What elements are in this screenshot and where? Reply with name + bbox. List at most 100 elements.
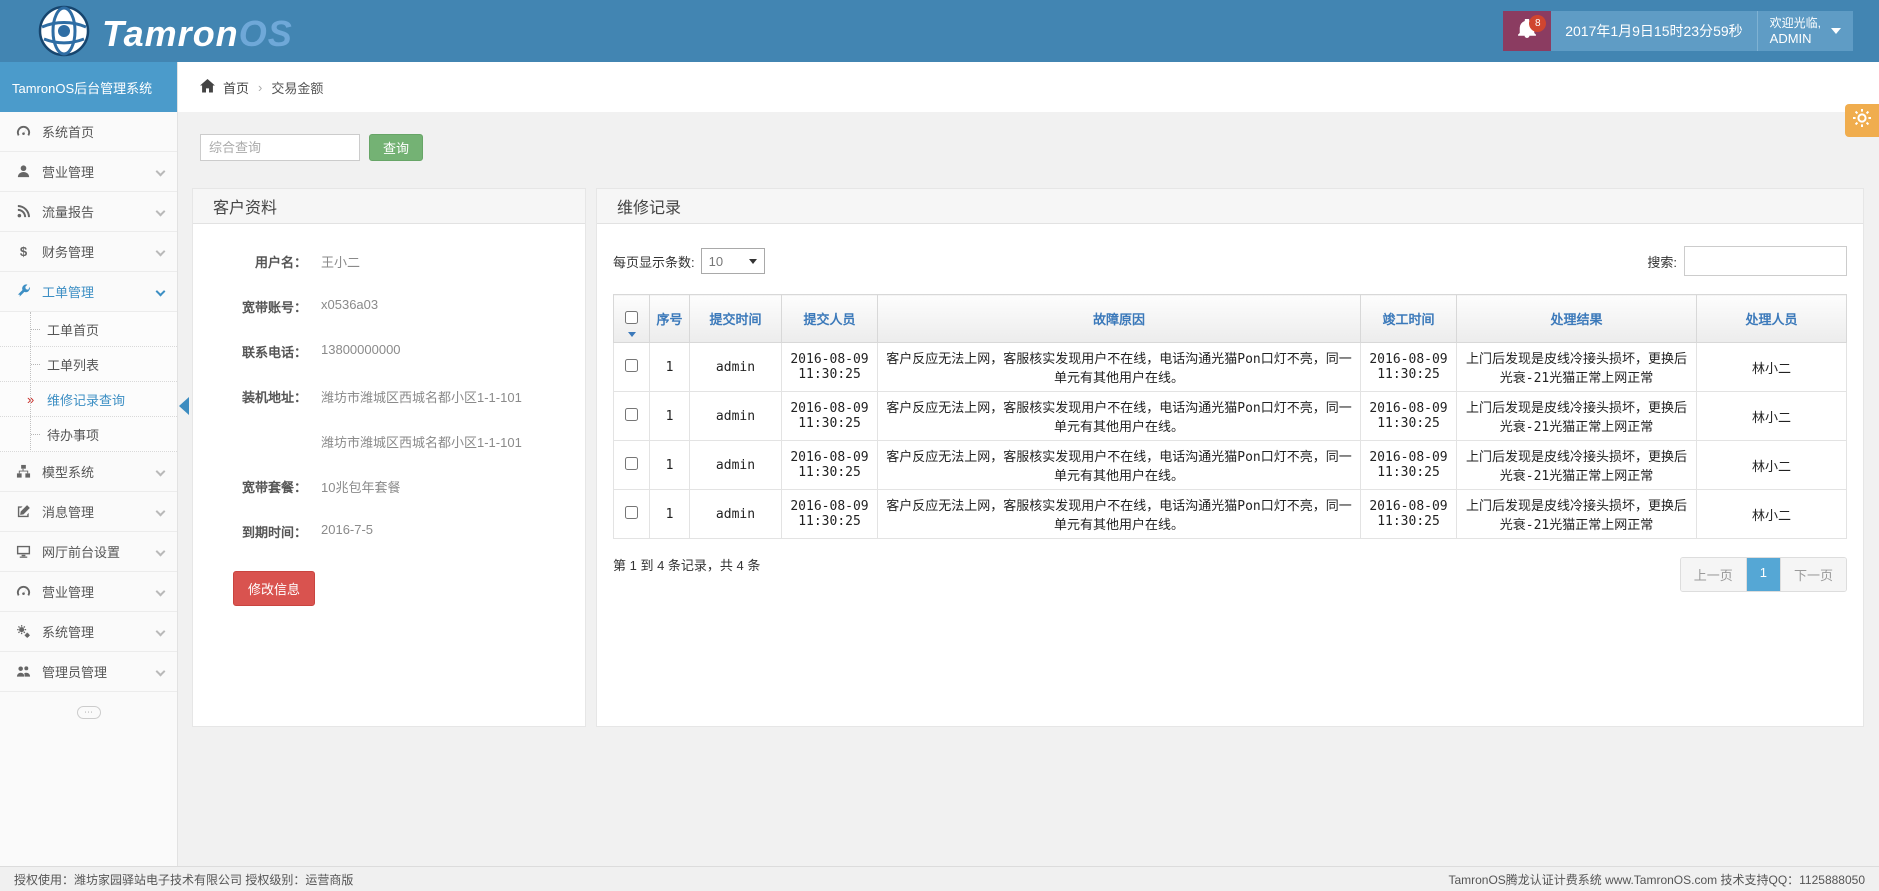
table-header-row: 序号 提交时间 提交人员 故障原因 竣工时间 处理结果 处理人员 xyxy=(614,295,1847,343)
select-all-checkbox[interactable] xyxy=(625,311,638,324)
gears-icon xyxy=(14,624,32,639)
chevron-down-icon xyxy=(156,587,166,597)
datetime-display: 2017年1月9日15时23分59秒 xyxy=(1551,11,1756,51)
breadcrumb-home-link[interactable]: 首页 xyxy=(200,78,249,97)
chevron-down-icon xyxy=(156,627,166,637)
sidebar-item-traffic-report[interactable]: 流量报告 xyxy=(0,192,177,232)
field-expire-date: 到期时间： 2016-7-5 xyxy=(211,522,575,541)
sidebar-item-system-mgmt[interactable]: 系统管理 xyxy=(0,612,177,652)
sidebar-item-finance-mgmt[interactable]: $ 财务管理 xyxy=(0,232,177,272)
tree-stub xyxy=(31,434,40,435)
tree-stub xyxy=(31,364,40,365)
sidebar-item-model-system[interactable]: 模型系统 xyxy=(0,452,177,492)
submenu-item-repair-records[interactable]: » 维修记录查询 xyxy=(0,382,177,417)
pagination: 上一页 1 下一页 xyxy=(1680,557,1847,592)
sidebar-item-message-mgmt[interactable]: 消息管理 xyxy=(0,492,177,532)
prev-page-button[interactable]: 上一页 xyxy=(1681,558,1746,591)
row-checkbox-cell xyxy=(614,490,650,539)
row-checkbox-cell xyxy=(614,343,650,392)
row-checkbox[interactable] xyxy=(625,359,638,372)
table-search-input[interactable] xyxy=(1684,246,1847,276)
footer-product-text: TamronOS腾龙认证计费系统 www.TamronOS.com 技术支持QQ… xyxy=(1448,871,1865,888)
user-menu[interactable]: 欢迎光临, ADMIN xyxy=(1757,11,1853,51)
chevron-down-icon xyxy=(156,287,166,297)
records-body: 每页显示条数: 10 搜索: xyxy=(597,246,1863,592)
row-checkbox[interactable] xyxy=(625,457,638,470)
table-row: 1 admin 2016-08-09 11:30:25 客户反应无法上网，客服核… xyxy=(614,441,1847,490)
page-1-button[interactable]: 1 xyxy=(1746,558,1780,591)
gear-icon xyxy=(1853,109,1871,132)
edit-info-button[interactable]: 修改信息 xyxy=(233,571,315,606)
col-handler: 处理人员 xyxy=(1697,295,1847,343)
field-broadband-account: 宽带账号： x0536a03 xyxy=(211,297,575,316)
row-checkbox-cell xyxy=(614,441,650,490)
row-checkbox[interactable] xyxy=(625,408,638,421)
dashboard-icon xyxy=(14,124,32,139)
user-icon xyxy=(14,164,32,179)
chevron-down-icon xyxy=(156,247,166,257)
table-search-label: 搜索: xyxy=(1647,252,1677,271)
page-size-control: 每页显示条数: 10 xyxy=(613,248,765,274)
records-summary: 第 1 到 4 条记录，共 4 条 xyxy=(613,555,760,574)
submenu-item-workorder-list[interactable]: 工单列表 xyxy=(0,347,177,382)
sidebar-item-workorder-mgmt[interactable]: 工单管理 xyxy=(0,272,177,312)
page-size-select[interactable]: 10 xyxy=(701,248,765,274)
notifications-button[interactable]: 8 xyxy=(1503,11,1551,51)
search-input[interactable] xyxy=(200,134,360,161)
topbar-right-cluster: 8 2017年1月9日15时23分59秒 欢迎光临, ADMIN xyxy=(1503,11,1853,51)
active-marker: » xyxy=(27,392,34,407)
next-page-button[interactable]: 下一页 xyxy=(1780,558,1846,591)
active-menu-arrow xyxy=(179,397,189,415)
search-button[interactable]: 查询 xyxy=(369,134,423,161)
col-fault-reason: 故障原因 xyxy=(878,295,1361,343)
customer-panel-title: 客户资料 xyxy=(193,189,585,224)
table-footer: 第 1 到 4 条记录，共 4 条 上一页 1 下一页 xyxy=(613,555,1847,592)
sitemap-icon xyxy=(14,464,32,479)
chevron-down-icon xyxy=(156,167,166,177)
sidebar-item-business-mgmt-2[interactable]: 营业管理 xyxy=(0,572,177,612)
customer-fields: 用户名： 王小二 宽带账号： x0536a03 联系电话： 1380000000… xyxy=(193,224,585,606)
sidebar-item-system-home[interactable]: 系统首页 xyxy=(0,112,177,152)
col-submitter: 提交人员 xyxy=(782,295,878,343)
col-result: 处理结果 xyxy=(1457,295,1697,343)
col-finish-time: 竣工时间 xyxy=(1361,295,1457,343)
global-search-row: 查询 xyxy=(200,134,423,161)
col-submit-time: 提交时间 xyxy=(690,295,782,343)
field-username: 用户名： 王小二 xyxy=(211,252,575,271)
row-checkbox-cell xyxy=(614,392,650,441)
col-seq: 序号 xyxy=(650,295,690,343)
notification-badge: 8 xyxy=(1529,15,1546,32)
main-content: 查询 客户资料 用户名： 王小二 宽带账号： x0536a03 联系电话： xyxy=(178,112,1879,866)
footer-license-text: 授权使用：潍坊家园驿站电子技术有限公司 授权级别：运营商版 xyxy=(14,871,353,888)
logo-text: TamronOS xyxy=(102,13,293,55)
home-icon xyxy=(200,79,215,96)
select-caret-icon xyxy=(749,259,757,264)
sidebar-item-business-mgmt[interactable]: 营业管理 xyxy=(0,152,177,192)
submenu-item-todo[interactable]: 待办事项 xyxy=(0,417,177,452)
field-install-address-2: 潍坊市潍城区西城名都小区1-1-101 xyxy=(211,432,575,451)
table-row: 1 admin 2016-08-09 11:30:25 客户反应无法上网，客服核… xyxy=(614,343,1847,392)
sidebar-item-portal-settings[interactable]: 网厅前台设置 xyxy=(0,532,177,572)
row-checkbox[interactable] xyxy=(625,506,638,519)
table-search-control: 搜索: xyxy=(1647,246,1847,276)
globe-logo-icon xyxy=(38,5,90,62)
svg-text:$: $ xyxy=(19,244,27,259)
chevron-down-icon xyxy=(156,547,166,557)
sidebar-item-admin-mgmt[interactable]: 管理员管理 xyxy=(0,652,177,692)
wrench-icon xyxy=(14,284,32,299)
users-icon xyxy=(14,664,32,679)
chevron-down-icon xyxy=(1831,28,1841,34)
top-bar: TamronOS 8 2017年1月9日15时23分59秒 欢迎光临, ADMI… xyxy=(0,0,1879,62)
sidebar-title: TamronOS后台管理系统 xyxy=(0,62,177,112)
workorder-submenu: 工单首页 工单列表 » 维修记录查询 待办事项 xyxy=(0,312,177,452)
table-controls: 每页显示条数: 10 搜索: xyxy=(613,246,1847,276)
panels-row: 客户资料 用户名： 王小二 宽带账号： x0536a03 联系电话： 13800… xyxy=(192,188,1864,727)
chevron-down-icon xyxy=(156,467,166,477)
chevron-down-icon xyxy=(156,667,166,677)
submenu-item-workorder-home[interactable]: 工单首页 xyxy=(0,312,177,347)
sidebar-collapse-handle[interactable]: ⋯ xyxy=(77,706,101,719)
repair-records-panel: 维修记录 每页显示条数: 10 搜索: xyxy=(596,188,1864,727)
edit-icon xyxy=(14,504,32,519)
settings-fab-button[interactable] xyxy=(1845,104,1879,137)
rss-icon xyxy=(14,204,32,219)
